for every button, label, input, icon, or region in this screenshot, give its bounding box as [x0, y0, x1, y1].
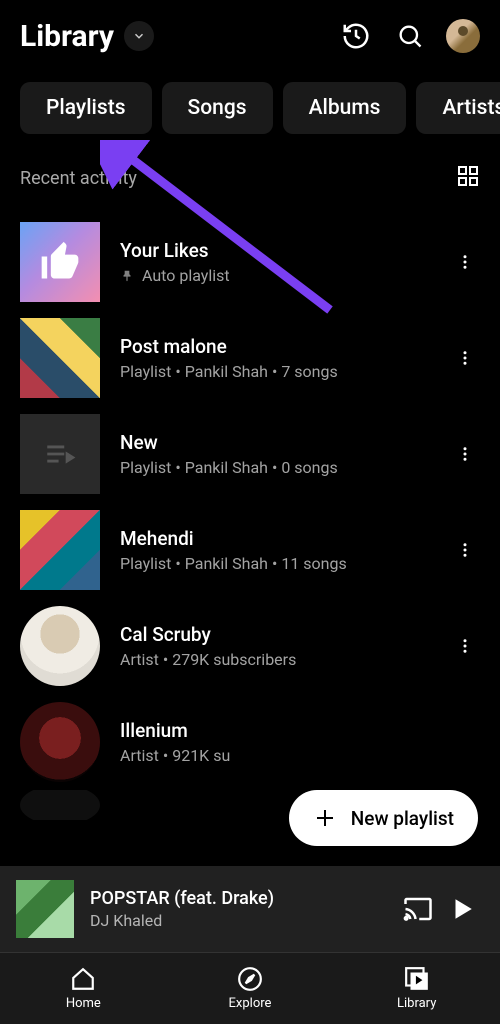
nav-library[interactable]: Library: [333, 953, 500, 1024]
item-more-button[interactable]: [450, 349, 480, 367]
plus-icon: [313, 806, 337, 830]
item-title: Your Likes: [120, 239, 450, 262]
new-playlist-button[interactable]: New playlist: [289, 790, 478, 846]
item-body: Cal Scruby Artist • 279K subscribers: [120, 623, 450, 669]
item-more-button[interactable]: [450, 541, 480, 559]
more-vert-icon: [456, 253, 474, 271]
list-item[interactable]: Illenium Artist • 921K su: [12, 694, 488, 790]
nav-explore[interactable]: Explore: [167, 953, 334, 1024]
item-title: Mehendi: [120, 527, 450, 550]
item-title: Cal Scruby: [120, 623, 450, 646]
item-art: [20, 702, 100, 782]
item-more-button[interactable]: [450, 445, 480, 463]
search-icon: [396, 22, 424, 50]
list-item[interactable]: Mehendi Playlist • Pankil Shah • 11 song…: [12, 502, 488, 598]
chip-albums[interactable]: Albums: [283, 82, 407, 134]
item-body: Illenium Artist • 921K su: [120, 719, 480, 765]
item-more-button[interactable]: [450, 253, 480, 271]
more-vert-icon: [456, 445, 474, 463]
item-title: Illenium: [120, 719, 480, 742]
item-subtitle: Playlist • Pankil Shah • 0 songs: [120, 458, 450, 477]
sort-label: Recent activity: [20, 168, 137, 189]
item-body: Post malone Playlist • Pankil Shah • 7 s…: [120, 335, 450, 381]
history-button[interactable]: [338, 18, 374, 54]
more-vert-icon: [456, 637, 474, 655]
item-art: [20, 222, 100, 302]
item-title: New: [120, 431, 450, 454]
playlist-icon: [43, 437, 77, 471]
search-button[interactable]: [392, 18, 428, 54]
nav-home[interactable]: Home: [0, 953, 167, 1024]
sort-row[interactable]: Recent activity: [0, 150, 500, 214]
cast-button[interactable]: [396, 894, 440, 924]
library-icon: [404, 966, 430, 992]
chip-artists[interactable]: Artists: [416, 82, 500, 134]
item-art: [20, 606, 100, 686]
chip-songs[interactable]: Songs: [162, 82, 273, 134]
library-list: Your Likes Auto playlist Post malone Pla…: [0, 214, 500, 820]
home-icon: [70, 966, 96, 992]
item-body: Mehendi Playlist • Pankil Shah • 11 song…: [120, 527, 450, 573]
pin-icon: [120, 269, 134, 283]
item-subtitle: Artist • 921K su: [120, 746, 480, 765]
item-subtitle: Playlist • Pankil Shah • 7 songs: [120, 362, 450, 381]
thumbs-up-icon: [38, 240, 82, 284]
item-art: [20, 510, 100, 590]
grid-icon: [456, 164, 480, 188]
play-button[interactable]: [440, 896, 484, 922]
chevron-down-icon: [132, 29, 146, 43]
item-subtitle: Auto playlist: [120, 266, 450, 285]
grid-view-button[interactable]: [456, 164, 480, 192]
list-item[interactable]: Cal Scruby Artist • 279K subscribers: [12, 598, 488, 694]
avatar[interactable]: [446, 19, 480, 53]
app-header: Library: [0, 0, 500, 64]
miniplayer[interactable]: POPSTAR (feat. Drake) DJ Khaled: [0, 866, 500, 952]
bottom-nav: Home Explore Library: [0, 952, 500, 1024]
page-title: Library: [20, 19, 114, 54]
more-vert-icon: [456, 541, 474, 559]
item-art: [20, 790, 100, 820]
miniplayer-art: [16, 880, 74, 938]
miniplayer-title: POPSTAR (feat. Drake): [90, 888, 396, 909]
play-icon: [449, 896, 475, 922]
item-body: Your Likes Auto playlist: [120, 239, 450, 285]
list-item[interactable]: Post malone Playlist • Pankil Shah • 7 s…: [12, 310, 488, 406]
item-art: [20, 318, 100, 398]
chip-playlists[interactable]: Playlists: [20, 82, 152, 134]
cast-icon: [403, 894, 433, 924]
item-art: [20, 414, 100, 494]
list-item[interactable]: Your Likes Auto playlist: [12, 214, 488, 310]
miniplayer-artist: DJ Khaled: [90, 911, 396, 930]
title-chevron-button[interactable]: [124, 21, 154, 51]
item-title: Post malone: [120, 335, 450, 358]
chevron-down-icon: [145, 168, 161, 188]
fab-label: New playlist: [351, 807, 454, 830]
item-body: New Playlist • Pankil Shah • 0 songs: [120, 431, 450, 477]
more-vert-icon: [456, 349, 474, 367]
item-subtitle: Artist • 279K subscribers: [120, 650, 450, 669]
filter-chips: Playlists Songs Albums Artists: [0, 64, 500, 150]
item-more-button[interactable]: [450, 637, 480, 655]
compass-icon: [237, 966, 263, 992]
item-subtitle: Playlist • Pankil Shah • 11 songs: [120, 554, 450, 573]
history-icon: [341, 21, 371, 51]
list-item[interactable]: New Playlist • Pankil Shah • 0 songs: [12, 406, 488, 502]
miniplayer-body: POPSTAR (feat. Drake) DJ Khaled: [90, 888, 396, 930]
